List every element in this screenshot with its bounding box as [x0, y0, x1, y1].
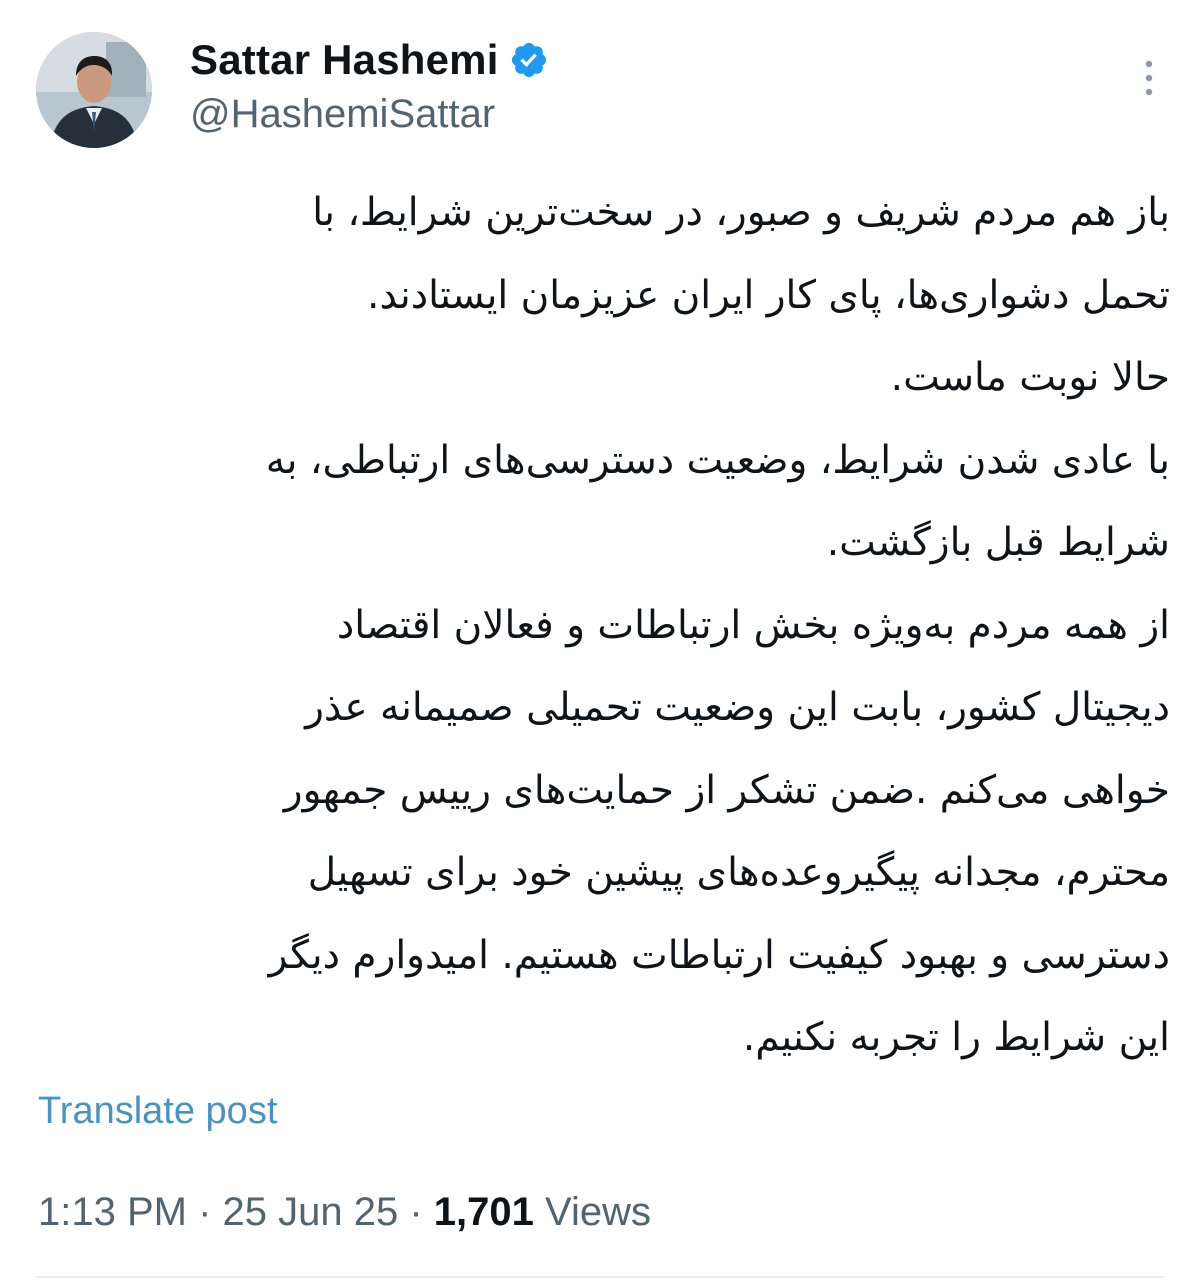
post-text-line: با عادی شدن شرایط، وضعیت دسترسی‌های ارتب… — [265, 437, 1170, 483]
post-text-line: تحمل دشواری‌ها، پای کار ایران عزیزمان ای… — [367, 272, 1170, 318]
post-text-line: شرایط قبل بازگشت. — [826, 520, 1170, 565]
post-text-line: حالا نوبت ماست. — [890, 355, 1170, 400]
author-name-row: Sattar Hashemi — [190, 34, 549, 86]
post-time[interactable]: 1:13 PM — [38, 1190, 187, 1234]
more-vertical-icon — [1145, 60, 1153, 96]
post-text-line: دسترسی و بهبود کیفیت ارتباطات هستیم. امی… — [268, 932, 1170, 978]
post-text-line: باز هم مردم شریف و صبور، در سخت‌ترین شرا… — [312, 190, 1170, 235]
avatar[interactable] — [36, 32, 152, 148]
post-text: باز هم مردم شریف و صبور، در سخت‌ترین شرا… — [30, 172, 1170, 1080]
meta-separator: · — [398, 1190, 434, 1234]
meta-separator: · — [186, 1190, 223, 1234]
post-date[interactable]: 25 Jun 25 — [223, 1190, 399, 1234]
translate-post-link[interactable]: Translate post — [38, 1090, 277, 1133]
divider — [36, 1276, 1164, 1278]
avatar-image — [36, 32, 152, 148]
post-text-line: از همه مردم به‌ویژه بخش ارتباطات و فعالا… — [336, 602, 1170, 648]
verified-badge-icon — [509, 40, 549, 80]
author-handle[interactable]: @HashemiSattar — [190, 92, 495, 137]
post-text-line: دیجیتال کشور، بابت این وضعیت تحمیلی صمیم… — [305, 685, 1170, 730]
post-text-line: این شرایط را تجربه نکنیم. — [742, 1015, 1170, 1060]
post-text-line: خواهی می‌کنم .ضمن تشکر از حمایت‌های رییس… — [283, 767, 1170, 813]
more-options-button[interactable] — [1134, 56, 1164, 100]
post-meta: 1:13 PM · 25 Jun 25 · 1,701 Views — [38, 1190, 651, 1235]
views-count: 1,701 — [433, 1190, 534, 1234]
author-display-name[interactable]: Sattar Hashemi — [190, 36, 499, 84]
post-text-line: محترم، مجدانه پیگیروعده‌های پیشین خود بر… — [307, 850, 1170, 895]
views-label: Views — [533, 1190, 651, 1234]
post-card: Sattar Hashemi @HashemiSattar باز هم مرد… — [0, 0, 1200, 1282]
